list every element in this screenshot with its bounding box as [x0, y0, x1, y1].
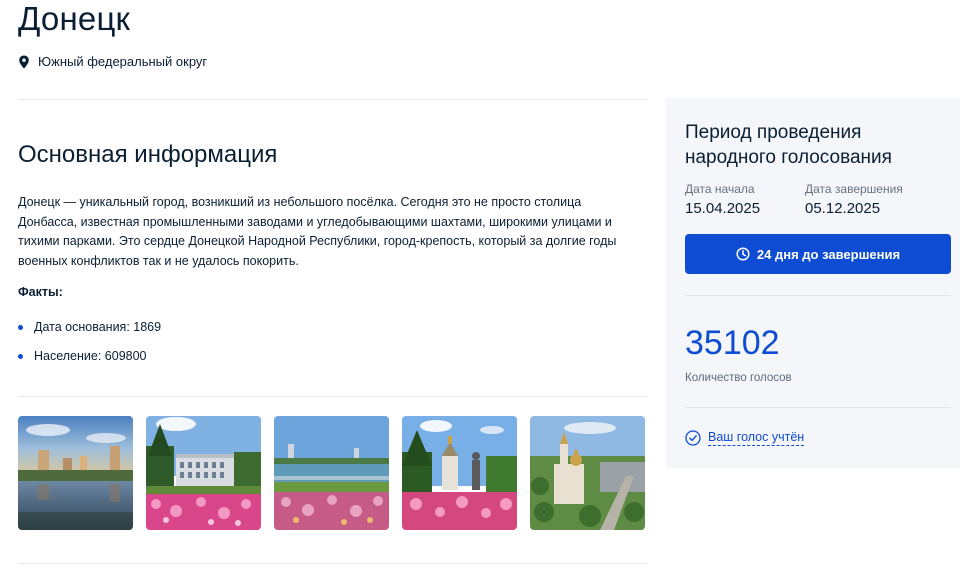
facts-title: Факты:: [18, 285, 63, 299]
panel-divider: [685, 407, 951, 408]
photo-chapel-monument[interactable]: [402, 416, 517, 530]
fact-item: Дата основания: 1869: [18, 320, 161, 334]
photo-gallery: [18, 416, 645, 530]
photo-administration-building[interactable]: [146, 416, 261, 530]
end-date-label: Дата завершения: [805, 182, 903, 196]
end-date-value: 05.12.2025: [805, 200, 881, 217]
bullet-icon: [18, 324, 23, 330]
vote-count-label: Количество голосов: [685, 372, 792, 384]
fact-item: Население: 609800: [18, 349, 147, 363]
clock-icon: [736, 247, 750, 261]
countdown-button[interactable]: 24 дня до завершения: [685, 234, 951, 274]
divider: [18, 396, 648, 397]
divider: [18, 563, 648, 564]
city-description: Донецк — уникальный город, возникший из …: [18, 195, 617, 268]
map-pin-icon: [19, 55, 29, 68]
voting-panel-title: Период проведения народного голосования: [685, 122, 892, 168]
panel-divider: [685, 295, 951, 296]
photo-city-lake-skyline[interactable]: [18, 416, 133, 530]
divider: [18, 99, 648, 100]
photo-cathedral-aerial[interactable]: [530, 416, 645, 530]
section-title: Основная информация: [18, 141, 278, 168]
fact-text: Дата основания: 1869: [34, 320, 162, 334]
voting-panel: Период проведения народного голосования …: [666, 98, 960, 468]
page-title: Донецк: [18, 0, 131, 37]
check-circle-icon: [685, 429, 701, 446]
photo-embankment-flowers[interactable]: [274, 416, 389, 530]
start-date-value: 15.04.2025: [685, 200, 761, 217]
location-label: Южный федеральный округ: [38, 54, 208, 69]
vote-status-link[interactable]: Ваш голос учтён: [685, 429, 805, 446]
vote-status-label: Ваш голос учтён: [708, 430, 805, 446]
vote-count: 35102: [685, 324, 780, 362]
start-date-label: Дата начала: [685, 182, 755, 196]
fact-text: Население: 609800: [34, 349, 147, 363]
countdown-button-label: 24 дня до завершения: [756, 246, 901, 262]
location: Южный федеральный округ: [18, 54, 207, 69]
bullet-icon: [18, 353, 23, 359]
